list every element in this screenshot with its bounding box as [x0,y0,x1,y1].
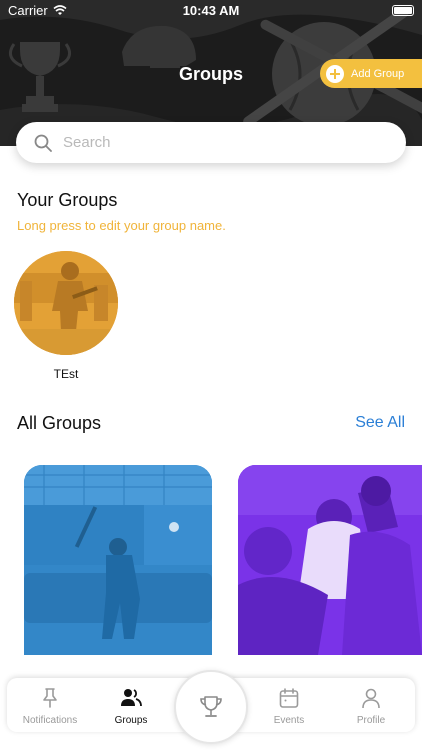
users-icon [121,689,142,707]
tab-label: Events [273,715,305,726]
add-group-button[interactable]: Add Group [320,59,422,88]
search-bar[interactable] [16,122,406,163]
group-card-photo [238,465,422,655]
plus-icon [326,64,344,83]
calendar-icon [279,688,299,708]
status-time: 10:43 AM [182,3,240,18]
trophy-center-button[interactable] [174,670,248,744]
group-avatar-test[interactable] [14,251,118,355]
group-name-label: TEst [53,367,79,381]
your-groups-heading: Your Groups [17,190,118,210]
all-groups-heading: All Groups [17,413,102,433]
pin-icon [43,688,57,708]
person-icon [362,688,380,709]
tab-label: Profile [356,715,386,726]
tab-label: Groups [114,715,148,726]
search-input[interactable] [63,134,363,151]
trophy-icon [200,696,222,717]
edit-hint-text: Long press to edit your group name. [17,218,226,233]
group-photo [14,251,118,355]
add-group-label: Add Group [351,67,405,80]
tab-profile[interactable]: Profile [331,678,411,732]
group-card-photo [24,465,212,655]
status-bar: Carrier 10:43 AM [0,3,422,21]
tab-notifications[interactable]: Notifications [10,678,90,732]
see-all-link[interactable]: See All [355,414,405,432]
tab-label: Notifications [22,715,78,726]
tab-events[interactable]: Events [249,678,329,732]
group-card-2[interactable] [238,465,422,655]
tab-groups[interactable]: Groups [91,678,171,732]
battery-icon [392,5,414,16]
search-icon [34,134,52,152]
group-card-1[interactable] [24,465,212,655]
